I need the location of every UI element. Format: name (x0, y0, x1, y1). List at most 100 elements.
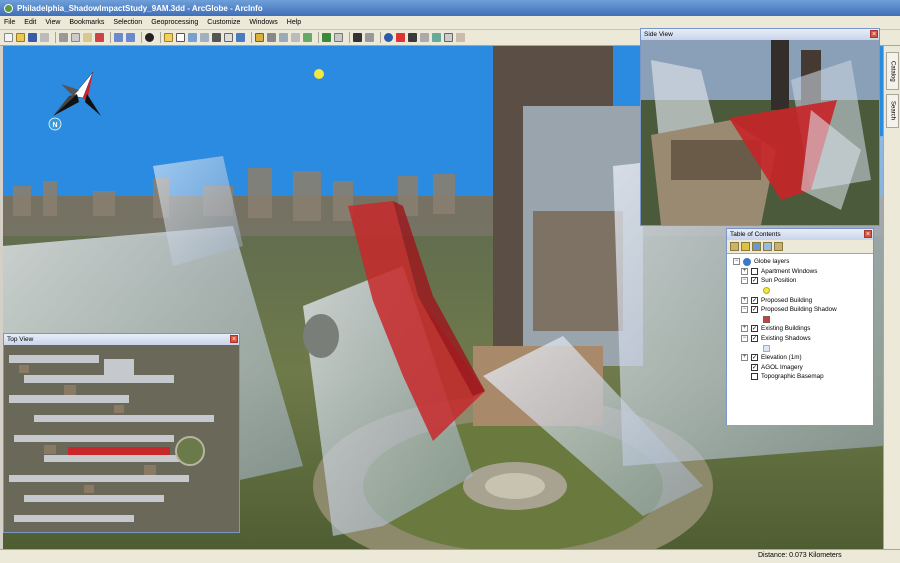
cut-icon[interactable] (59, 33, 68, 42)
top-view-scene[interactable] (4, 345, 239, 532)
open-folder-icon[interactable] (16, 33, 25, 42)
html-popup-icon[interactable] (444, 33, 453, 42)
top-view-header[interactable]: Top View × (4, 334, 239, 345)
toc-layer-elevation[interactable]: + ✓ Elevation (1m) (733, 353, 873, 363)
sun-position-legend (733, 286, 873, 296)
collapse-icon[interactable]: − (741, 335, 748, 343)
layer-checkbox[interactable]: ✓ (751, 354, 758, 362)
toc-layer-existing-shadows[interactable]: − ✓ Existing Shadows (733, 334, 873, 344)
menu-customize[interactable]: Customize (207, 19, 240, 26)
toc-header[interactable]: Table of Contents × (727, 229, 873, 240)
copy-icon[interactable] (71, 33, 80, 42)
menu-geoprocessing[interactable]: Geoprocessing (151, 19, 198, 26)
layer-checkbox[interactable]: ✓ (751, 296, 758, 304)
arcglobe-app-icon (4, 3, 13, 13)
undo-icon[interactable] (114, 33, 123, 42)
python-window-icon[interactable] (212, 33, 221, 42)
layer-checkbox[interactable] (751, 373, 758, 381)
side-view-window[interactable]: Side View × (640, 28, 880, 226)
list-by-visibility-icon[interactable] (752, 242, 761, 251)
delete-icon[interactable] (95, 33, 104, 42)
menu-view[interactable]: View (45, 19, 60, 26)
time-slider-icon[interactable] (456, 33, 465, 42)
modelbuilder-icon[interactable] (224, 33, 233, 42)
menu-windows[interactable]: Windows (249, 19, 277, 26)
options-icon[interactable] (774, 242, 783, 251)
zoom-in-out-icon[interactable] (279, 33, 288, 42)
toc-title: Table of Contents (730, 231, 781, 238)
shadow-swatch (763, 315, 770, 323)
layer-checkbox[interactable]: ✓ (751, 306, 758, 314)
close-icon[interactable]: × (230, 335, 238, 343)
layer-checkbox[interactable]: ✓ (751, 363, 758, 371)
clear-selection-icon[interactable] (365, 33, 374, 42)
toc-layer-apartment-windows[interactable]: + Apartment Windows (733, 267, 873, 277)
toc-layer-agol-imagery[interactable]: ✓ AGOL Imagery (733, 363, 873, 373)
menu-edit[interactable]: Edit (24, 19, 36, 26)
layer-checkbox[interactable] (751, 267, 758, 275)
redo-icon[interactable] (126, 33, 135, 42)
table-of-contents-window[interactable]: Table of Contents × − Globe layers + Apa… (726, 228, 874, 425)
hyperlink-icon[interactable] (432, 33, 441, 42)
print-icon[interactable] (40, 33, 49, 42)
help-icon[interactable] (236, 33, 245, 42)
collapse-icon[interactable]: − (741, 306, 748, 314)
catalog-tab[interactable]: Catalog (886, 52, 899, 90)
top-view-title: Top View (7, 336, 34, 343)
toc-layer-sun-position[interactable]: − ✓ Sun Position (733, 276, 873, 286)
find-binoculars-icon[interactable] (408, 33, 417, 42)
add-data-icon[interactable] (145, 33, 154, 42)
close-icon[interactable]: × (870, 30, 878, 38)
full-extent-icon[interactable] (303, 33, 312, 42)
toc-layer-topographic-basemap[interactable]: Topographic Basemap (733, 372, 873, 382)
expand-icon[interactable]: + (741, 325, 748, 333)
layer-label: Topographic Basemap (761, 373, 824, 381)
search-tab[interactable]: Search (886, 94, 899, 128)
toc-root[interactable]: − Globe layers (733, 257, 873, 267)
layer-checkbox[interactable]: ✓ (751, 277, 758, 285)
zoom-to-target-icon[interactable] (334, 33, 343, 42)
expand-icon[interactable]: + (741, 267, 748, 275)
list-by-drawing-order-icon[interactable] (730, 242, 739, 251)
arctoolbox-icon[interactable] (200, 33, 209, 42)
paste-icon[interactable] (83, 33, 92, 42)
top-view-window[interactable]: Top View × (3, 333, 240, 533)
toc-layer-proposed-building-shadow[interactable]: − ✓ Proposed Building Shadow (733, 305, 873, 315)
catalog-window-icon[interactable] (176, 33, 185, 42)
layer-label: AGOL Imagery (761, 363, 803, 371)
target-center-icon[interactable] (322, 33, 331, 42)
collapse-icon[interactable]: − (741, 277, 748, 285)
menu-bookmarks[interactable]: Bookmarks (69, 19, 104, 26)
collapse-icon[interactable]: − (733, 258, 740, 266)
side-view-title: Side View (644, 31, 673, 38)
measure-icon[interactable] (420, 33, 429, 42)
title-bar: Philadelphia_ShadowImpactStudy_9AM.3dd -… (0, 0, 900, 16)
menu-file[interactable]: File (4, 19, 15, 26)
table-of-contents-icon[interactable] (164, 33, 173, 42)
save-icon[interactable] (28, 33, 37, 42)
close-icon[interactable]: × (864, 230, 872, 238)
list-by-source-icon[interactable] (741, 242, 750, 251)
toc-layer-existing-buildings[interactable]: + ✓ Existing Buildings (733, 324, 873, 334)
expand-icon[interactable]: + (741, 354, 748, 362)
new-document-icon[interactable] (4, 33, 13, 42)
layer-checkbox[interactable]: ✓ (751, 325, 758, 333)
select-features-icon[interactable] (353, 33, 362, 42)
side-view-scene[interactable] (641, 40, 879, 225)
toc-toolbar (727, 240, 873, 254)
fly-icon[interactable] (267, 33, 276, 42)
search-window-icon[interactable] (188, 33, 197, 42)
menu-help[interactable]: Help (287, 19, 301, 26)
layer-label: Proposed Building Shadow (761, 306, 837, 314)
expand-icon[interactable]: + (741, 296, 748, 304)
pan-icon[interactable] (291, 33, 300, 42)
layer-checkbox[interactable]: ✓ (751, 335, 758, 343)
identify-icon[interactable] (396, 33, 405, 42)
list-by-selection-icon[interactable] (763, 242, 772, 251)
globe-icon[interactable] (384, 33, 393, 42)
layer-label: Elevation (1m) (761, 354, 802, 362)
side-view-header[interactable]: Side View × (641, 29, 879, 40)
menu-selection[interactable]: Selection (113, 19, 142, 26)
toc-layer-proposed-building[interactable]: + ✓ Proposed Building (733, 295, 873, 305)
navigate-icon[interactable] (255, 33, 264, 42)
